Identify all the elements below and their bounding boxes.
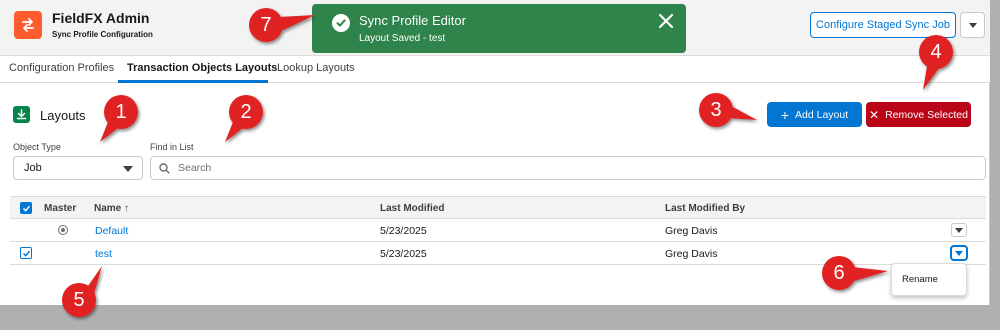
add-layout-label: Add Layout	[795, 108, 849, 121]
last-modified-by-cell: Greg Davis	[665, 248, 718, 260]
callout-pin-2: 2	[223, 92, 269, 142]
callout-number: 4	[930, 41, 942, 63]
search-input[interactable]: Search	[150, 156, 986, 180]
callout-number: 6	[833, 262, 845, 284]
app-subtitle: Sync Profile Configuration	[52, 30, 153, 39]
last-modified-cell: 5/23/2025	[380, 248, 427, 260]
app-title: FieldFX Admin	[52, 10, 150, 26]
remove-selected-button[interactable]: ✕ Remove Selected	[866, 102, 971, 127]
callout-pin-7: 7	[243, 5, 315, 51]
checkmark-icon	[22, 250, 30, 257]
column-last-modified-by[interactable]: Last Modified By	[665, 203, 745, 214]
row-actions-button[interactable]	[951, 246, 967, 260]
row-select-checkbox[interactable]	[20, 247, 32, 259]
close-icon: ✕	[869, 107, 880, 122]
tab-lookup-layouts[interactable]: Lookup Layouts	[277, 62, 355, 74]
plus-icon: +	[780, 106, 790, 123]
remove-selected-label: Remove Selected	[885, 108, 968, 121]
last-modified-cell: 5/23/2025	[380, 225, 427, 237]
callout-number: 2	[240, 101, 252, 123]
row-actions-menu: Rename	[891, 263, 967, 296]
tab-transaction-objects-layouts[interactable]: Transaction Objects Layouts	[127, 62, 277, 74]
success-toast: Sync Profile Editor Layout Saved - test	[312, 4, 686, 53]
download-layout-icon	[13, 106, 30, 123]
callout-number: 1	[115, 101, 127, 123]
object-type-label: Object Type	[13, 142, 61, 152]
checkmark-icon	[22, 205, 30, 212]
active-tab-indicator	[118, 80, 268, 83]
callout-pin-5: 5	[56, 266, 102, 326]
find-in-list-label: Find in List	[150, 142, 194, 152]
object-type-value: Job	[24, 162, 42, 174]
master-radio[interactable]	[58, 225, 68, 235]
callout-number: 7	[260, 14, 272, 36]
toast-message: Layout Saved - test	[359, 33, 446, 44]
table-header: Master Name ↑ Last Modified Last Modifie…	[10, 196, 986, 219]
toast-title: Sync Profile Editor	[359, 13, 466, 28]
success-check-icon	[332, 14, 350, 32]
layouts-title: Layouts	[40, 108, 86, 123]
last-modified-by-cell: Greg Davis	[665, 225, 718, 237]
menu-item-rename[interactable]: Rename	[902, 274, 938, 285]
close-icon[interactable]	[658, 13, 674, 29]
callout-pin-6: 6	[816, 253, 888, 299]
callout-pin-3: 3	[693, 90, 757, 136]
tab-configuration-profiles[interactable]: Configuration Profiles	[9, 62, 114, 74]
callout-pin-1: 1	[98, 92, 144, 142]
table-row: Default 5/23/2025 Greg Davis	[10, 219, 986, 242]
row-actions-button[interactable]	[951, 223, 967, 237]
sync-arrows-icon	[14, 11, 42, 39]
chevron-down-icon	[955, 250, 963, 256]
chevron-down-icon	[968, 22, 977, 28]
layout-name-link[interactable]: Default	[95, 225, 128, 237]
select-all-checkbox[interactable]	[20, 202, 32, 214]
callout-number: 3	[710, 99, 722, 121]
chevron-down-icon	[123, 166, 133, 172]
column-master[interactable]: Master	[44, 203, 76, 214]
radio-selected-dot	[61, 228, 65, 232]
search-icon	[159, 162, 170, 174]
callout-pin-4: 4	[913, 32, 959, 90]
sort-arrow-up-icon: ↑	[124, 203, 130, 214]
column-name-label: Name	[94, 203, 122, 214]
header-menu-button[interactable]	[960, 12, 985, 38]
tab-bar: Configuration Profiles Transaction Objec…	[0, 56, 990, 83]
search-placeholder: Search	[178, 162, 212, 174]
layout-name-link[interactable]: test	[95, 248, 112, 260]
column-name[interactable]: Name ↑	[94, 203, 129, 214]
add-layout-button[interactable]: + Add Layout	[767, 102, 862, 127]
chevron-down-icon	[955, 227, 963, 233]
object-type-select[interactable]: Job	[13, 156, 143, 180]
callout-number: 5	[73, 289, 85, 311]
column-last-modified[interactable]: Last Modified	[380, 203, 444, 214]
